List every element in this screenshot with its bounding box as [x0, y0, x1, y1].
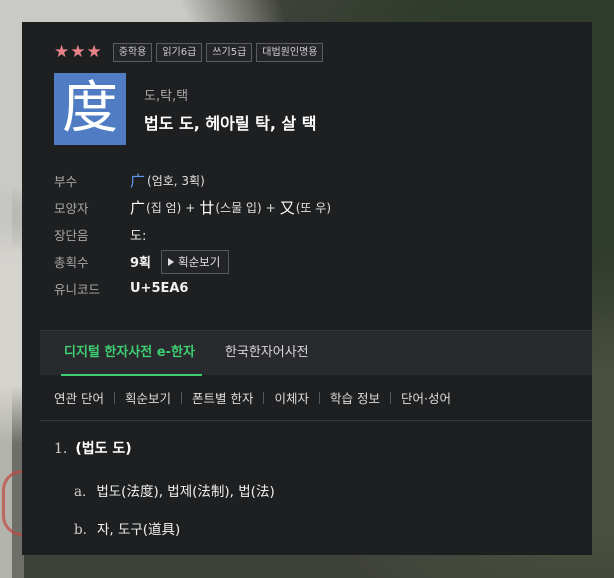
tab-korean-hanja-dictionary[interactable]: 한국한자어사전 — [225, 331, 321, 375]
level-badges: ★★★ 중학용 읽기6급 쓰기5급 대법원인명용 — [54, 42, 592, 62]
shape-part-char[interactable]: 廿 — [199, 197, 214, 218]
definitions: 1. (법도 도) a. 법도(法度), 법제(法制), 법(法) b. 자, 도구(… — [54, 438, 574, 538]
prop-label: 장단음 — [54, 228, 89, 243]
definition-sub: a. 법도(法度), 법제(法制), 법(法) — [74, 480, 574, 500]
divider — [389, 391, 391, 404]
subnav-study-info[interactable]: 학습 정보 — [330, 388, 380, 407]
hanja-meaning: 법도 도, 헤아릴 탁, 살 택 — [144, 114, 317, 133]
shape-part-desc: (또 우) — [295, 201, 332, 215]
definition-main: 1. (법도 도) — [54, 438, 574, 458]
star-rating-icon: ★★★ — [54, 42, 103, 62]
hanja-properties: 부수 广 (엄호, 3획) 모양자 广 (집 엄) + 廿 (스물 입) + 又… — [54, 167, 592, 302]
prop-strokes: 총획수 9획 획순보기 — [54, 248, 592, 275]
badge-name-use: 대법원인명용 — [256, 42, 324, 62]
hanja-character: 度 — [54, 73, 126, 145]
shape-part-char[interactable]: 广 — [130, 197, 145, 218]
prop-label: 유니코드 — [54, 282, 101, 297]
definition-text: (법도 도) — [75, 441, 132, 457]
definition-sub-text: 법도(法度), 법제(法制), 법(法) — [96, 484, 275, 500]
radical-link[interactable]: 广 — [130, 170, 145, 191]
divider — [181, 391, 182, 404]
badge-middle-school: 중학용 — [112, 42, 153, 62]
subnav-font-hanja[interactable]: 폰트별 한자 — [192, 388, 253, 407]
long-short-value: 도: — [130, 229, 147, 244]
tab-ehanja[interactable]: 디지털 한자사전 e-한자 — [61, 331, 207, 376]
subnav-variants[interactable]: 이체자 — [274, 388, 309, 407]
subnav-related-words[interactable]: 연관 단어 — [54, 388, 104, 407]
shape-part-desc: (스물 입) — [215, 201, 262, 215]
prop-long-short: 장단음 도: — [54, 221, 592, 248]
unicode-value: U+5EA6 — [130, 281, 189, 296]
dictionary-card: ★★★ 중학용 읽기6급 쓰기5급 대법원인명용 度 도,탁,택 법도 도, 헤… — [22, 22, 592, 555]
hanja-reading: 도,탁,택 — [144, 89, 189, 104]
prop-label: 부수 — [54, 174, 78, 189]
definition-sub-text: 자, 도구(道具) — [96, 522, 181, 538]
dictionary-tabs: 디지털 한자사전 e-한자 한국한자어사전 — [40, 330, 592, 376]
play-icon — [168, 257, 175, 266]
radical-desc: (엄호, 3획) — [147, 174, 205, 188]
prop-unicode: 유니코드 U+5EA6 — [54, 275, 592, 302]
stroke-order-label: 획순보기 — [178, 254, 221, 269]
divider — [263, 391, 265, 404]
shape-part-desc: (집 엄) — [146, 201, 182, 215]
stroke-order-button[interactable]: 획순보기 — [161, 249, 230, 274]
divider — [319, 391, 320, 404]
badge-writing-level: 쓰기5급 — [206, 42, 253, 62]
prop-label: 모양자 — [54, 201, 89, 216]
badge-reading-level: 읽기6급 — [156, 42, 203, 62]
plus-sign: + — [265, 200, 276, 215]
subnav-stroke-order[interactable]: 획순보기 — [125, 388, 171, 407]
definition-number: 1. — [54, 441, 68, 457]
prop-label: 총획수 — [54, 255, 89, 270]
sub-navigation: 연관 단어 획순보기 폰트별 한자 이체자 학습 정보 단어·성어 — [40, 375, 592, 421]
prop-radical: 부수 广 (엄호, 3획) — [54, 167, 592, 194]
shape-part-char[interactable]: 又 — [280, 197, 295, 218]
prop-shape: 모양자 广 (집 엄) + 廿 (스물 입) + 又 (또 우) — [54, 194, 592, 221]
definition-letter: a. — [74, 484, 87, 500]
subnav-words-idioms[interactable]: 단어·성어 — [401, 388, 451, 407]
stroke-count: 9획 — [130, 256, 152, 271]
definition-letter: b. — [74, 522, 87, 538]
plus-sign: + — [185, 200, 196, 215]
divider — [113, 391, 115, 404]
definition-sub: b. 자, 도구(道具) — [74, 518, 574, 538]
